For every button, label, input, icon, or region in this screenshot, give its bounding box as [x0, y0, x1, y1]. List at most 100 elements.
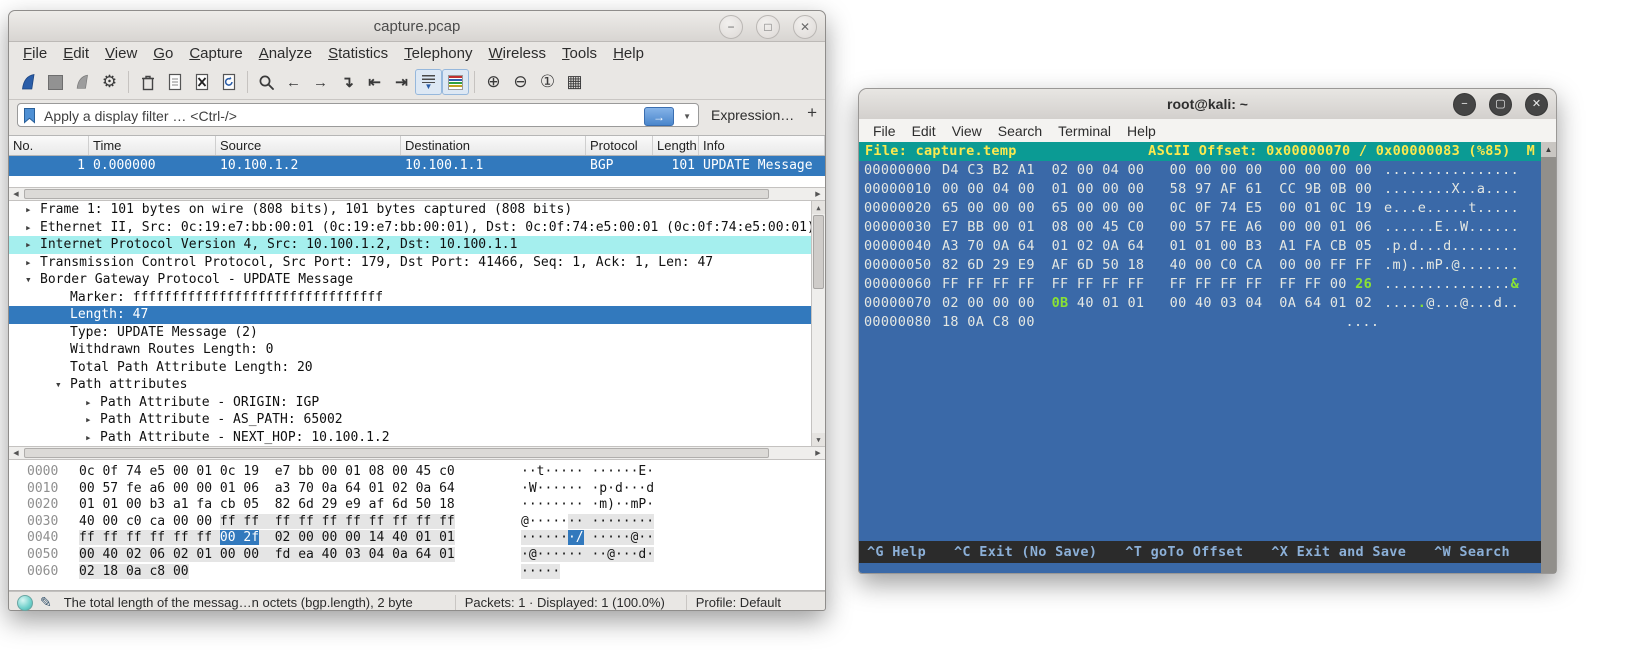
close-icon[interactable]: ✕	[1525, 93, 1548, 116]
scroll-down-icon[interactable]: ▼	[812, 433, 825, 446]
apply-filter-button[interactable]: →	[644, 107, 674, 126]
detail-row[interactable]: ▾Path attributes	[9, 376, 825, 394]
scroll-up-icon[interactable]: ▲	[1541, 142, 1556, 157]
go-back-icon[interactable]: ←	[280, 69, 307, 95]
go-to-packet-icon[interactable]: ↴	[334, 69, 361, 95]
expand-arrow-icon[interactable]: ▸	[85, 411, 100, 429]
terminal-scrollbar[interactable]: ▲	[1541, 142, 1556, 573]
menu-item-view[interactable]: View	[97, 44, 145, 63]
detail-row[interactable]: ▸Path Attribute - NEXT_HOP: 10.100.1.2	[9, 429, 825, 447]
scroll-right-icon[interactable]: ▶	[811, 188, 825, 200]
expand-arrow-icon[interactable]: ▸	[25, 219, 40, 237]
expand-arrow-icon[interactable]: ▸	[85, 429, 100, 447]
go-last-packet-icon[interactable]: ⇥	[388, 69, 415, 95]
menu-item-help[interactable]: Help	[1119, 122, 1164, 140]
detail-row[interactable]: ▸Ethernet II, Src: 0c:19:e7:bb:00:01 (0c…	[9, 219, 825, 237]
h-scrollbar[interactable]: ◀ ▶	[9, 187, 825, 201]
menu-item-help[interactable]: Help	[605, 44, 652, 63]
hexedit-row[interactable]: 0000001000 00 04 00 01 00 00 00 58 97 AF…	[864, 180, 1556, 199]
resize-columns-icon[interactable]: ▦	[561, 69, 588, 95]
hexedit-row[interactable]: 00000000D4 C3 B2 A1 02 00 04 00 00 00 00…	[864, 161, 1556, 180]
h-scrollbar[interactable]: ◀ ▶	[9, 446, 825, 460]
zoom-original-icon[interactable]: ①	[534, 69, 561, 95]
detail-row[interactable]: ▸Path Attribute - AS_PATH: 65002	[9, 411, 825, 429]
menu-item-search[interactable]: Search	[990, 122, 1050, 140]
column-header-protocol[interactable]: Protocol	[586, 136, 653, 155]
scroll-left-icon[interactable]: ◀	[9, 188, 23, 200]
hex-row[interactable]: 003040 00 c0 ca 00 00 ff ff ff ff ff ff …	[9, 514, 825, 531]
capture-options-icon[interactable]: ⚙	[96, 69, 123, 95]
packet-bytes-pane[interactable]: 00000c 0f 74 e5 00 01 0c 19 e7 bb 00 01 …	[9, 460, 825, 591]
detail-row[interactable]: Withdrawn Routes Length: 0	[9, 341, 825, 359]
expand-arrow-icon[interactable]: ▸	[25, 201, 40, 219]
maximize-icon[interactable]: ▢	[1489, 93, 1512, 116]
hexedit-row[interactable]: 0000002065 00 00 00 65 00 00 00 0C 0F 74…	[864, 199, 1556, 218]
close-file-icon[interactable]	[188, 69, 215, 95]
restart-capture-icon[interactable]	[69, 69, 96, 95]
hexedit-row[interactable]: 0000008018 0A C8 00....	[864, 313, 1556, 332]
colorize-button[interactable]	[442, 69, 469, 95]
reload-file-icon[interactable]	[215, 69, 242, 95]
column-header-length[interactable]: Length	[653, 136, 699, 155]
zoom-out-icon[interactable]: ⊖	[507, 69, 534, 95]
open-file-icon[interactable]	[134, 69, 161, 95]
detail-row[interactable]: ▸Transmission Control Protocol, Src Port…	[9, 254, 825, 272]
hex-row[interactable]: 0040ff ff ff ff ff ff 00 2f 02 00 00 00 …	[9, 530, 825, 547]
expression-button[interactable]: Expression…	[711, 107, 794, 123]
hexedit-row[interactable]: 0000005082 6D 29 E9 AF 6D 50 18 40 00 C0…	[864, 256, 1556, 275]
column-header-destination[interactable]: Destination	[401, 136, 586, 155]
menu-item-terminal[interactable]: Terminal	[1050, 122, 1119, 140]
hexedit-dump[interactable]: 00000000D4 C3 B2 A1 02 00 04 00 00 00 00…	[859, 161, 1556, 332]
wireshark-titlebar[interactable]: capture.pcap − □ ✕	[9, 11, 825, 42]
menu-item-wireless[interactable]: Wireless	[481, 44, 555, 63]
menu-item-file[interactable]: File	[15, 44, 55, 63]
menu-item-go[interactable]: Go	[145, 44, 181, 63]
start-capture-icon[interactable]	[15, 69, 42, 95]
menu-item-telephony[interactable]: Telephony	[396, 44, 480, 63]
menu-item-edit[interactable]: Edit	[55, 44, 97, 63]
display-filter-box[interactable]: → ▼	[17, 103, 699, 127]
detail-row[interactable]: Marker: ffffffffffffffffffffffffffffffff	[9, 289, 825, 307]
minimize-icon[interactable]: −	[1453, 93, 1476, 116]
detail-row[interactable]: ▸Internet Protocol Version 4, Src: 10.10…	[9, 236, 825, 254]
detail-row[interactable]: ▾Border Gateway Protocol - UPDATE Messag…	[9, 271, 825, 289]
terminal-screen[interactable]: File: capture.temp ASCII Offset: 0x00000…	[859, 142, 1556, 573]
scroll-up-icon[interactable]: ▲	[812, 201, 825, 214]
scroll-right-icon[interactable]: ▶	[811, 447, 825, 459]
terminal-titlebar[interactable]: root@kali: ~ − ▢ ✕	[859, 89, 1556, 120]
auto-scroll-button[interactable]: ▼	[415, 69, 442, 95]
detail-row[interactable]: Total Path Attribute Length: 20	[9, 359, 825, 377]
column-header-time[interactable]: Time	[89, 136, 216, 155]
filter-dropdown-icon[interactable]: ▼	[683, 112, 691, 121]
expand-arrow-icon[interactable]: ▸	[25, 254, 40, 272]
minimize-icon[interactable]: −	[719, 15, 743, 39]
column-header-info[interactable]: Info	[699, 136, 825, 155]
collapse-arrow-icon[interactable]: ▾	[25, 271, 40, 289]
menu-item-file[interactable]: File	[865, 122, 904, 140]
hex-row[interactable]: 001000 57 fe a6 00 00 01 06 a3 70 0a 64 …	[9, 481, 825, 498]
find-packet-icon[interactable]	[253, 69, 280, 95]
stop-capture-icon[interactable]	[42, 69, 69, 95]
hexedit-row[interactable]: 0000007002 00 00 00 0B 40 01 01 00 40 03…	[864, 294, 1556, 313]
display-filter-input[interactable]	[42, 105, 616, 127]
expand-arrow-icon[interactable]: ▸	[85, 394, 100, 412]
menu-item-statistics[interactable]: Statistics	[320, 44, 396, 63]
hex-row[interactable]: 00000c 0f 74 e5 00 01 0c 19 e7 bb 00 01 …	[9, 464, 825, 481]
menu-item-edit[interactable]: Edit	[904, 122, 944, 140]
hexedit-row[interactable]: 00000030E7 BB 00 01 08 00 45 C0 00 57 FE…	[864, 218, 1556, 237]
detail-row[interactable]: Type: UPDATE Message (2)	[9, 324, 825, 342]
expand-arrow-icon[interactable]: ▸	[25, 236, 40, 254]
v-scrollbar[interactable]: ▲ ▼	[811, 201, 825, 446]
expert-info-icon[interactable]	[17, 595, 33, 611]
packet-row[interactable]: 10.00000010.100.1.210.100.1.1BGP101UPDAT…	[9, 156, 825, 176]
filter-bookmark-icon[interactable]	[23, 107, 36, 129]
collapse-arrow-icon[interactable]: ▾	[55, 376, 70, 394]
zoom-in-icon[interactable]: ⊕	[480, 69, 507, 95]
menu-item-analyze[interactable]: Analyze	[251, 44, 320, 63]
menu-item-capture[interactable]: Capture	[181, 44, 250, 63]
hex-row[interactable]: 005000 40 02 06 02 01 00 00 fd ea 40 03 …	[9, 547, 825, 564]
menu-item-tools[interactable]: Tools	[554, 44, 605, 63]
detail-row[interactable]: ▸Path Attribute - ORIGIN: IGP	[9, 394, 825, 412]
maximize-icon[interactable]: □	[756, 15, 780, 39]
menu-item-view[interactable]: View	[944, 122, 990, 140]
